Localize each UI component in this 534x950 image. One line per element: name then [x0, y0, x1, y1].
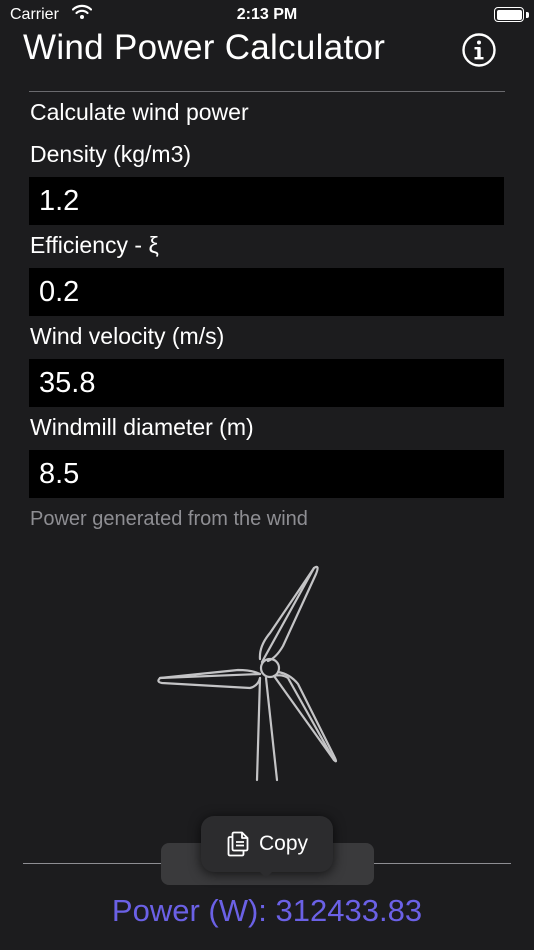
- windmill-diameter-input[interactable]: [29, 450, 504, 498]
- info-button[interactable]: [461, 32, 497, 68]
- status-time: 2:13 PM: [236, 6, 298, 23]
- battery-icon: [494, 7, 524, 22]
- density-input[interactable]: [29, 177, 504, 225]
- copy-label: Copy: [259, 832, 309, 855]
- copy-menu-arrow: [257, 869, 275, 878]
- density-label: Density (kg/m3): [30, 141, 192, 167]
- section-header: Calculate wind power: [30, 99, 249, 125]
- status-bar: Carrier 2:13 PM: [0, 0, 534, 30]
- power-caption: Power generated from the wind: [30, 508, 308, 530]
- battery-tip: [526, 12, 529, 18]
- wind-turbine-icon: [148, 558, 348, 793]
- efficiency-label: Efficiency - ξ: [30, 232, 159, 258]
- power-result[interactable]: Power (W): 312433.83: [0, 893, 534, 929]
- windmill-diameter-label: Windmill diameter (m): [30, 414, 254, 440]
- efficiency-input[interactable]: [29, 268, 504, 316]
- wind-velocity-label: Wind velocity (m/s): [30, 323, 225, 349]
- wind-velocity-input[interactable]: [29, 359, 504, 407]
- page-title: Wind Power Calculator: [23, 28, 386, 67]
- copy-document-icon: [227, 831, 249, 862]
- info-circle-icon: [462, 33, 496, 67]
- header-divider: [29, 91, 505, 92]
- copy-context-menu[interactable]: Copy: [201, 816, 333, 872]
